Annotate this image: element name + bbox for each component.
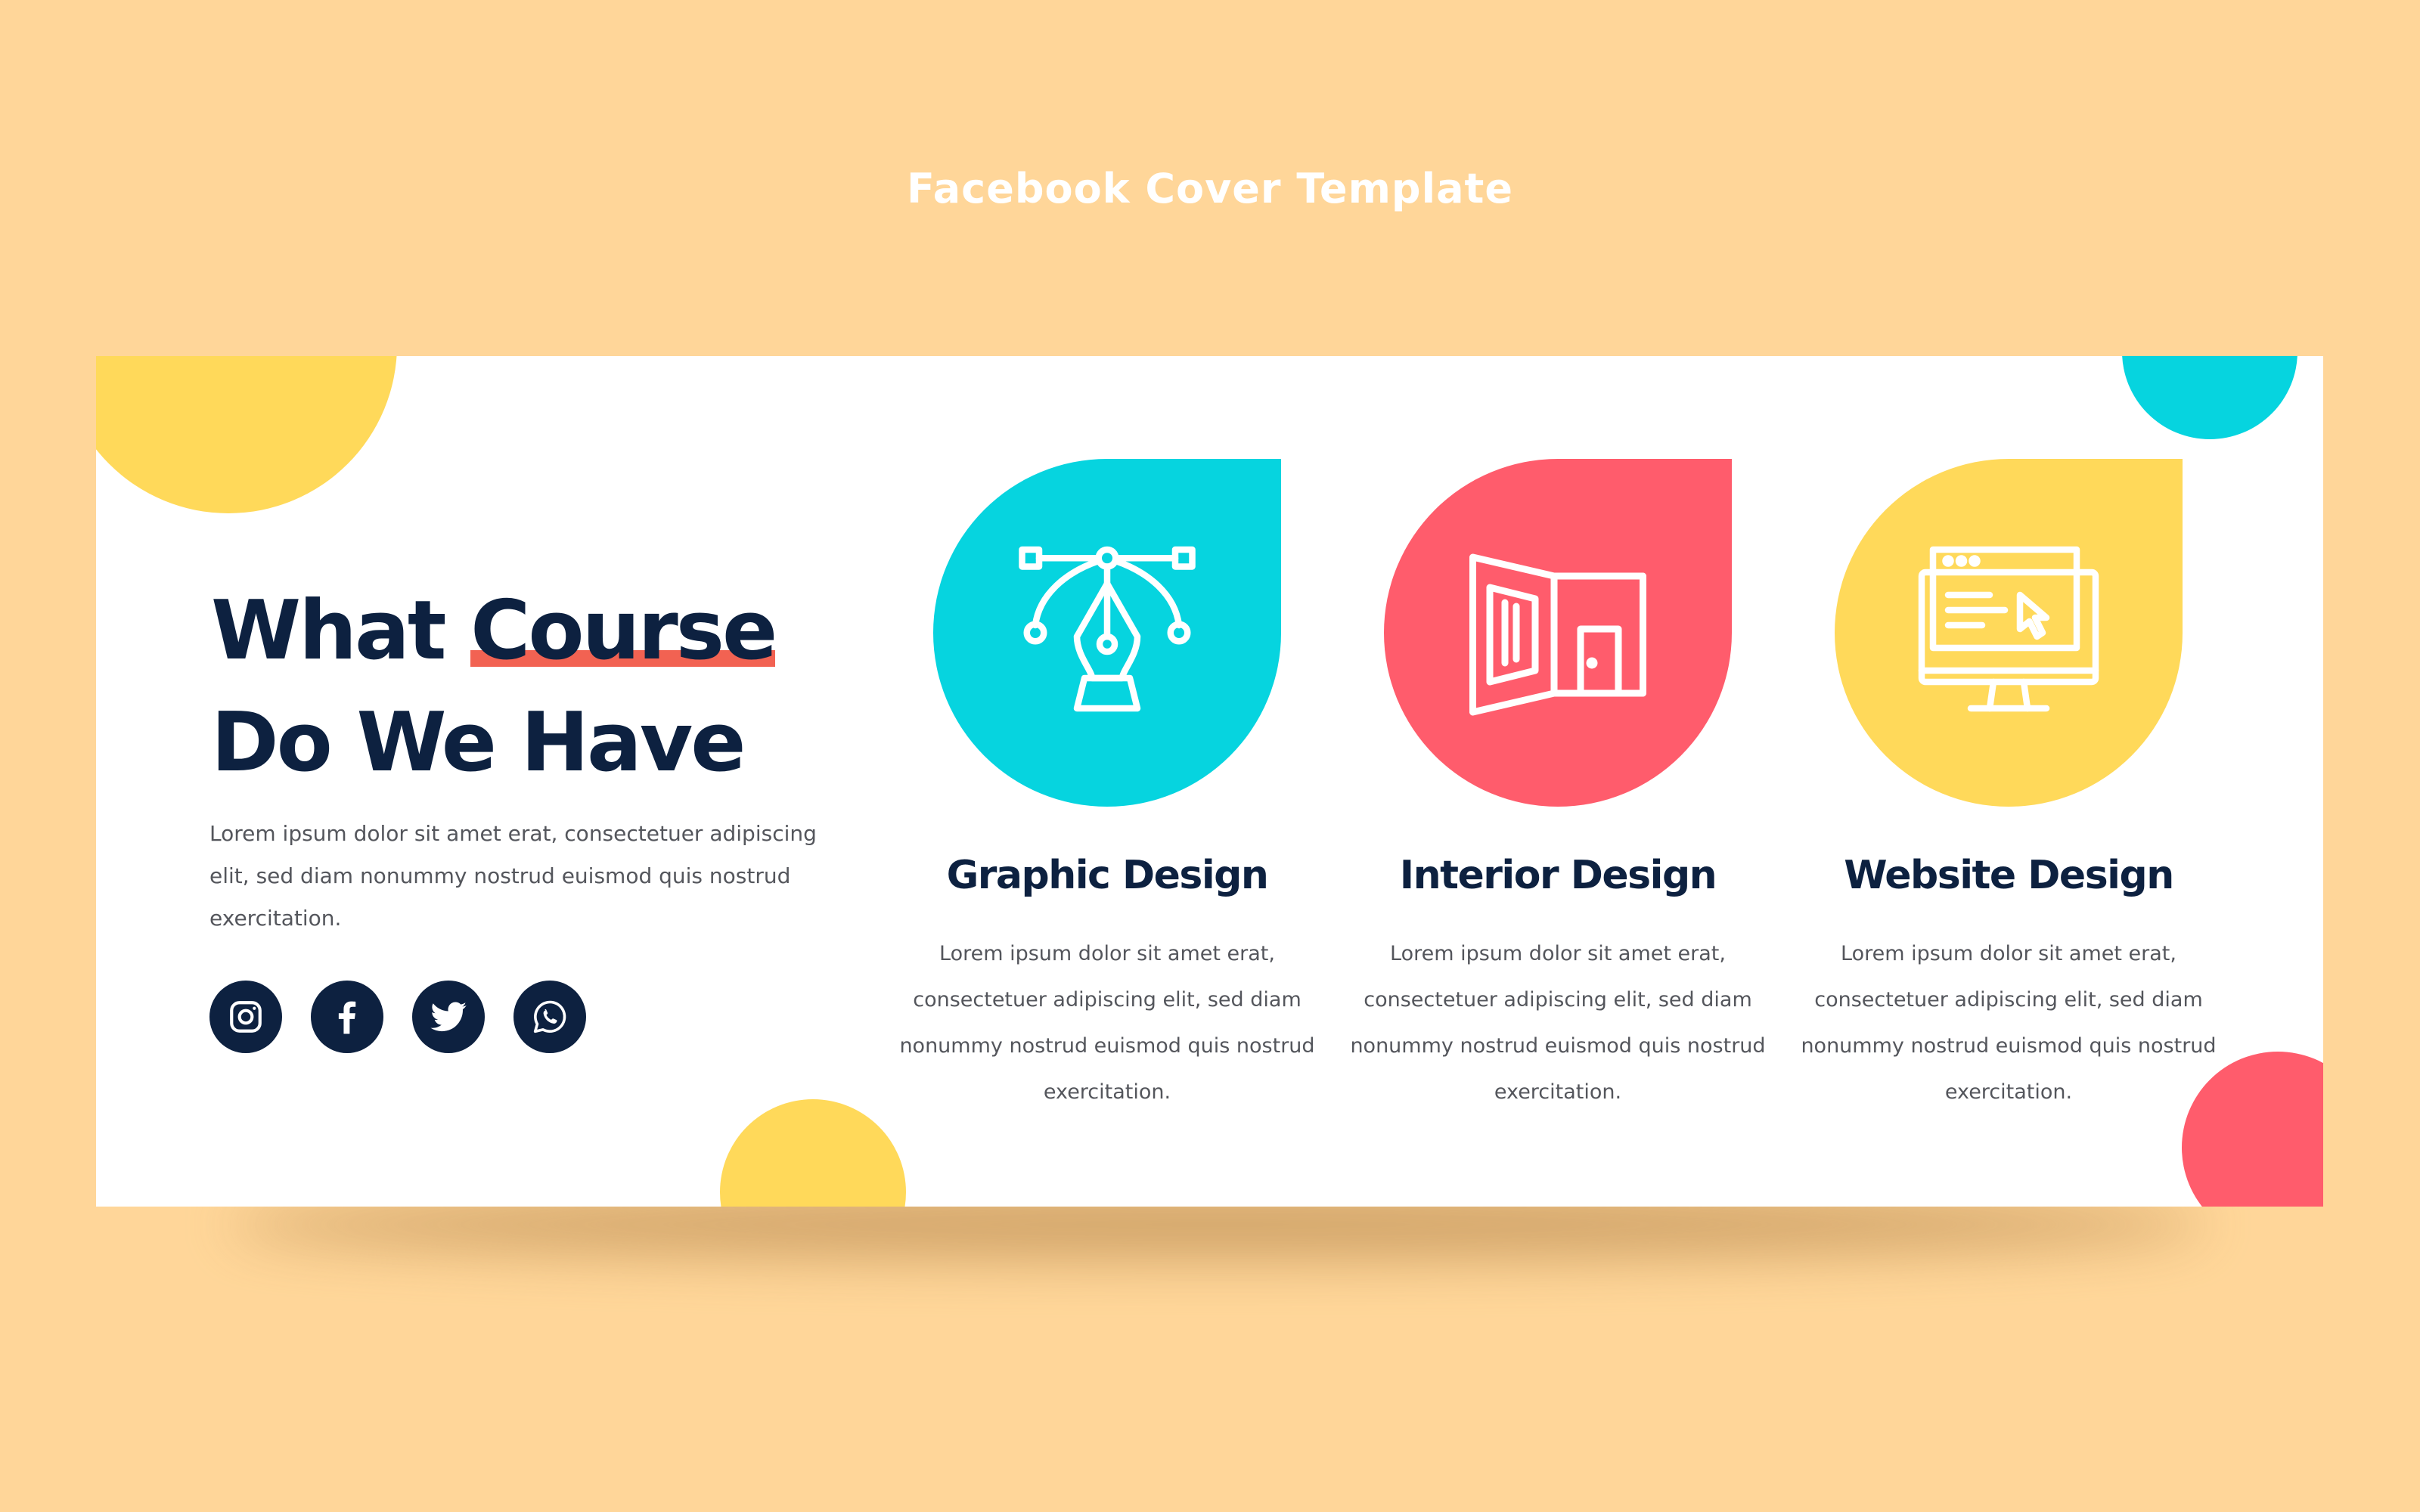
course-title-interior-design: Interior Design <box>1399 853 1717 898</box>
facebook-cover: What Course Do We Have Lorem ipsum dolor … <box>96 356 2323 1207</box>
monitor-browser-icon <box>1918 546 2099 712</box>
twitter-button[interactable] <box>412 981 485 1053</box>
instagram-button[interactable] <box>209 981 282 1053</box>
facebook-button[interactable] <box>311 981 383 1053</box>
decor-circle-cyan-top-right <box>2122 356 2297 439</box>
decor-circle-yellow-bottom <box>720 1099 906 1207</box>
course-description-website-design: Lorem ipsum dolor sit amet erat, consect… <box>1801 942 2217 1104</box>
headline-highlight-word: Course <box>470 584 777 678</box>
headline-line1-start: What <box>211 584 471 678</box>
facebook-icon <box>338 1001 356 1034</box>
headline: What Course Do We Have <box>211 575 777 799</box>
whatsapp-icon <box>533 1000 566 1033</box>
decor-circle-yellow-top-left <box>96 356 397 513</box>
course-description-interior-design: Lorem ipsum dolor sit amet erat, consect… <box>1350 942 1766 1104</box>
course-title-graphic-design: Graphic Design <box>946 853 1269 898</box>
twitter-icon <box>430 1002 467 1032</box>
instagram-icon <box>230 1001 262 1033</box>
course-badge-interior-design <box>1384 459 1732 807</box>
course-badge-website-design <box>1835 459 2183 807</box>
page-caption: Facebook Cover Template <box>907 165 1513 212</box>
social-links <box>209 981 586 1053</box>
open-door-icon <box>1469 553 1646 716</box>
course-badge-graphic-design <box>933 459 1281 807</box>
intro-text: Lorem ipsum dolor sit amet erat, consect… <box>209 821 817 931</box>
whatsapp-button[interactable] <box>513 981 586 1053</box>
course-title-website-design: Website Design <box>1844 853 2174 898</box>
pen-tool-icon <box>1019 546 1196 712</box>
headline-line2: Do We Have <box>211 696 746 790</box>
course-description-graphic-design: Lorem ipsum dolor sit amet erat, consect… <box>899 942 1315 1104</box>
